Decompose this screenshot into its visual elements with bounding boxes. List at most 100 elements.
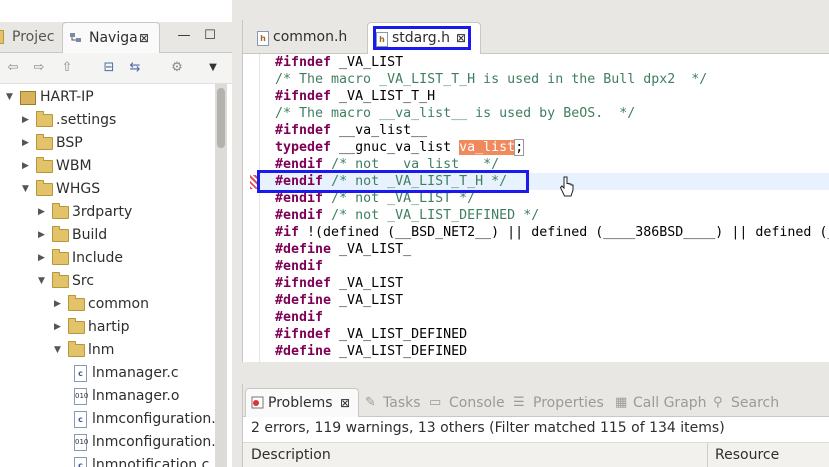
navigator-scrollbar[interactable]	[215, 84, 227, 467]
tree-item[interactable]: ▼ WHGS	[22, 178, 215, 201]
tree-item[interactable]: 010 lnmanager.o	[70, 385, 215, 408]
tree-item[interactable]: c lnmconfiguration.c	[70, 408, 223, 431]
code-line[interactable]: #ifndef _VA_LIST_DEFINED	[275, 326, 467, 343]
tab-tasks-label: Tasks	[383, 395, 421, 411]
code-editor[interactable]: #ifndef _VA_LIST/* The macro _VA_LIST_T_…	[243, 54, 829, 362]
tree-item[interactable]: ▶ 3rdparty	[38, 201, 215, 224]
collapsed-arrow-icon[interactable]: ▶	[38, 201, 48, 224]
code-line[interactable]: #define _VA_LIST_DEFINED	[275, 343, 467, 360]
tree-item[interactable]: ▶ common	[54, 293, 215, 316]
expanded-arrow-icon[interactable]: ▼	[54, 339, 64, 362]
line-highlight-box	[257, 170, 529, 193]
code-text: _VA_LIST_	[331, 242, 412, 257]
tree-item-label: lnmanager.c	[92, 365, 179, 381]
tasks-icon: ✎	[365, 395, 376, 410]
code-text: !(defined (__BSD_NET2__) || defined (___…	[299, 225, 829, 240]
tree-item[interactable]: ▶ WBM	[22, 155, 215, 178]
column-resource[interactable]: Resource	[715, 443, 779, 467]
code-line[interactable]: /* The macro __va_list__ is used by BeOS…	[275, 105, 635, 122]
back-arrow-icon[interactable]: ⇦	[4, 59, 22, 77]
tree-item-label: lnmconfiguration.o	[92, 434, 225, 450]
navigator-icon	[70, 33, 81, 42]
code-comment: /* not _VA_LIST_DEFINED */	[331, 208, 540, 223]
code-line[interactable]: #endif	[275, 309, 323, 326]
code-keyword: #endif	[275, 259, 324, 274]
tree-item[interactable]: ▶ BSP	[22, 132, 215, 155]
tree-item[interactable]: c lnmnotification.c	[70, 454, 215, 467]
maximize-button[interactable]: ☐	[202, 28, 218, 44]
tab-properties[interactable]: ☰ Properties	[513, 384, 609, 416]
link-with-editor-icon[interactable]: ⇆	[126, 59, 144, 77]
tree-item-label: Build	[72, 227, 108, 243]
mouse-pointer-icon	[559, 176, 574, 197]
scrollbar-thumb[interactable]	[217, 88, 225, 148]
up-folder-icon[interactable]: ⇧	[58, 59, 76, 77]
panel-splitter[interactable]	[232, 0, 242, 467]
code-line[interactable]: #endif /* not _VA_LIST_DEFINED */	[275, 207, 539, 224]
tree-item-label: lnmconfiguration.c	[92, 411, 224, 427]
tab-common-h[interactable]: h common.h	[247, 22, 365, 53]
selected-identifier: va_list	[459, 140, 516, 155]
close-icon[interactable]: ⊠	[340, 389, 350, 417]
code-line[interactable]: typedef __gnuc_va_list va_list;	[275, 139, 525, 156]
tab-problems[interactable]: Problems ⊠	[245, 388, 359, 417]
code-keyword: typedef	[275, 140, 332, 155]
view-menu-icon[interactable]: ▼	[204, 59, 222, 77]
close-icon[interactable]: ⊠	[139, 23, 149, 53]
folder-icon	[52, 203, 69, 219]
editor-tab-bar: h common.h h stdarg.h ⊠	[243, 20, 829, 54]
tab-call-graph[interactable]: ▦ Call Graph	[615, 384, 709, 416]
code-keyword: #endif	[275, 310, 324, 325]
filter-icon[interactable]: ⚙	[168, 59, 186, 77]
collapsed-arrow-icon[interactable]: ▶	[22, 155, 32, 178]
code-keyword: #define	[275, 242, 332, 257]
column-description[interactable]: Description	[251, 443, 331, 467]
column-separator[interactable]	[707, 443, 708, 467]
code-line[interactable]: #endif	[275, 258, 323, 275]
code-keyword: #ifndef	[275, 276, 332, 291]
collapsed-arrow-icon[interactable]: ▶	[38, 224, 48, 247]
tab-navigator[interactable]: Naviga ⊠	[62, 22, 160, 53]
tab-search[interactable]: ⚲ Search	[713, 384, 793, 416]
tree-item[interactable]: ▼ Src	[38, 270, 215, 293]
tree-item[interactable]: ▶ .settings	[22, 109, 215, 132]
code-comment: /* not _VA_LIST */	[331, 191, 476, 206]
tab-search-label: Search	[731, 395, 780, 411]
code-line[interactable]: /* The macro _VA_LIST_T_H is used in the…	[275, 71, 707, 88]
collapsed-arrow-icon[interactable]: ▶	[54, 316, 64, 339]
folder-icon	[52, 226, 69, 242]
code-line[interactable]: #ifndef _VA_LIST_T_H	[275, 88, 435, 105]
collapse-all-icon[interactable]: ⊟	[100, 59, 118, 77]
tree-item[interactable]: ▶ hartip	[54, 316, 215, 339]
tree-item[interactable]: ▶ Include	[38, 247, 215, 270]
code-line[interactable]: #ifndef _VA_LIST	[275, 275, 403, 292]
code-line[interactable]: #define _VA_LIST_	[275, 241, 411, 258]
code-text: _VA_LIST	[331, 293, 404, 308]
expanded-arrow-icon[interactable]: ▼	[6, 86, 16, 109]
collapsed-arrow-icon[interactable]: ▶	[38, 247, 48, 270]
code-line[interactable]: #ifndef _VA_LIST	[275, 54, 403, 71]
tree-item[interactable]: ▼ HART-IP	[6, 86, 215, 109]
code-line[interactable]: #if !(defined (__BSD_NET2__) || defined …	[275, 224, 829, 241]
expanded-arrow-icon[interactable]: ▼	[22, 178, 32, 201]
tab-project-explorer[interactable]: Projec	[0, 22, 62, 52]
collapsed-arrow-icon[interactable]: ▶	[54, 293, 64, 316]
tree-item[interactable]: 010 lnmconfiguration.o	[70, 431, 224, 454]
minimize-button[interactable]: —	[176, 28, 192, 44]
code-line[interactable]: #ifndef __va_list__	[275, 122, 427, 139]
forward-arrow-icon[interactable]: ⇨	[30, 59, 48, 77]
collapsed-arrow-icon[interactable]: ▶	[22, 132, 32, 155]
tree-item[interactable]: c lnmanager.c	[70, 362, 215, 385]
tab-console[interactable]: ▭ Console	[429, 384, 509, 416]
expanded-arrow-icon[interactable]: ▼	[38, 270, 48, 293]
tree-item[interactable]: ▼ lnm	[54, 339, 215, 362]
collapsed-arrow-icon[interactable]: ▶	[22, 109, 32, 132]
problems-panel: Problems ⊠ ✎ Tasks ▭ Console ☰ Propertie…	[242, 384, 829, 467]
c-file-icon: c	[74, 365, 87, 382]
tree-item[interactable]: ▶ Build	[38, 224, 215, 247]
object-file-icon: 010	[74, 434, 88, 451]
editor-gutter	[243, 54, 257, 362]
code-line[interactable]: #define _VA_LIST	[275, 292, 403, 309]
folder-icon	[36, 134, 53, 150]
